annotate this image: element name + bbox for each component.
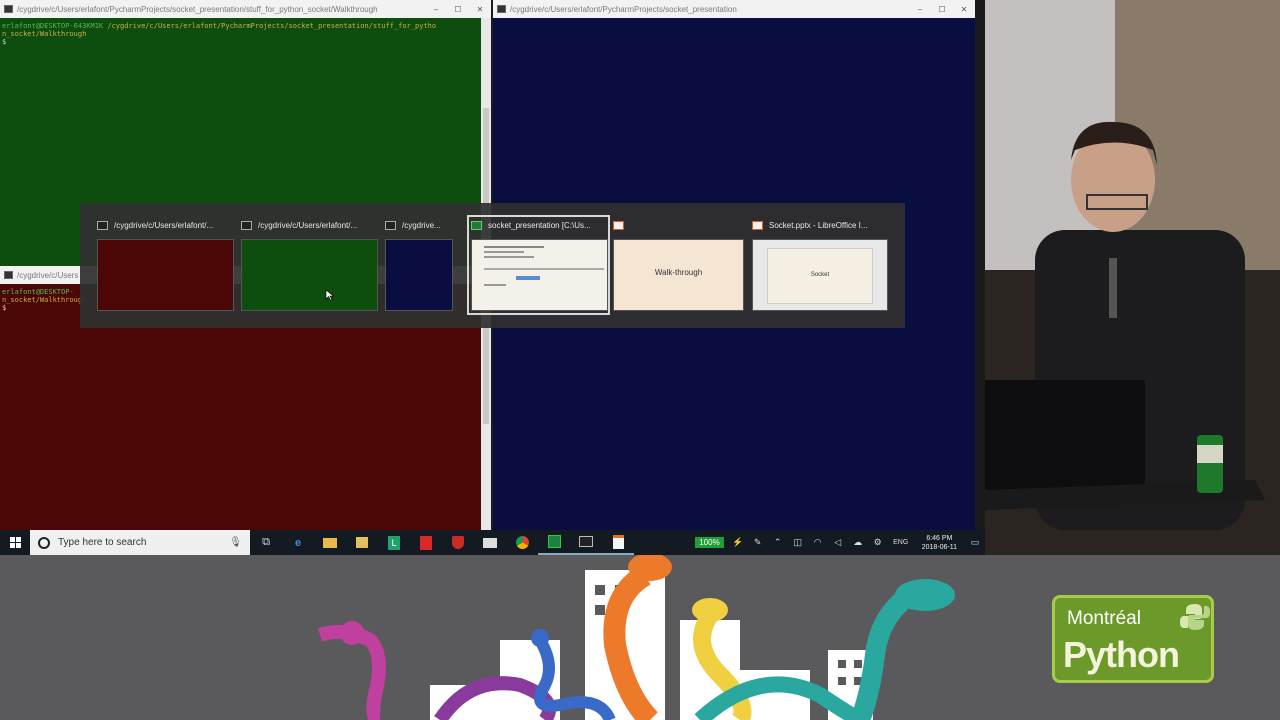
clock-date: 2018-06-11	[921, 543, 957, 551]
taskbar-search[interactable]: Type here to search 🎙	[30, 530, 250, 555]
search-placeholder: Type here to search	[58, 537, 147, 548]
switcher-item-selected[interactable]: socket_presentation [C:\Us...	[471, 217, 608, 311]
switcher-thumbnail[interactable]	[385, 239, 453, 311]
switcher-item[interactable]: /cygdrive/c/Users/erlafont/...	[241, 217, 378, 311]
network-icon[interactable]: ◫	[788, 537, 808, 548]
switcher-item-label: socket_presentation [C:\Us...	[488, 220, 591, 230]
file-explorer-icon[interactable]	[314, 530, 346, 555]
switcher-item-label: /cygdrive...	[402, 220, 441, 230]
impress-icon[interactable]	[602, 530, 634, 555]
chevron-up-icon[interactable]: ⌃	[768, 537, 788, 548]
window-titlebar[interactable]: /cygdrive/c/Users/erlafont/PycharmProjec…	[493, 0, 975, 18]
cortana-icon	[38, 536, 50, 549]
close-button[interactable]: ✕	[953, 5, 975, 14]
terminal-icon	[4, 271, 13, 279]
switcher-thumbnail[interactable]	[97, 239, 234, 311]
logo-top-text: Montréal	[1067, 608, 1141, 629]
switcher-thumbnail[interactable]	[241, 239, 378, 311]
prompt-path-cont: n_socket/Walkthrough	[2, 30, 87, 38]
switcher-item[interactable]: /cygdrive...	[385, 217, 457, 311]
battery-indicator[interactable]: 100%	[695, 537, 724, 548]
window-title: /cygdrive/c/Users/erlafont/PycharmProjec…	[510, 4, 737, 14]
pycharm-icon[interactable]	[538, 530, 570, 555]
terminal-icon	[241, 220, 252, 230]
switcher-item-label: Socket.pptx - LibreOffice I...	[769, 220, 868, 230]
impress-doc-icon	[613, 220, 624, 230]
language-indicator[interactable]: ENG	[888, 539, 914, 546]
prompt-cursor: $	[2, 38, 7, 46]
switcher-thumbnail[interactable]: Socket	[752, 239, 888, 311]
maximize-button[interactable]: ☐	[447, 5, 469, 14]
slide-title: Walk-through	[654, 268, 703, 277]
minimize-button[interactable]: –	[909, 5, 931, 14]
impress-doc-icon	[752, 220, 763, 230]
libreoffice-icon[interactable]: L	[378, 530, 410, 555]
clock-time: 6:46 PM	[926, 534, 953, 542]
logo-bottom-text: Python	[1063, 634, 1180, 675]
mail-icon[interactable]	[474, 530, 506, 555]
start-button[interactable]	[0, 530, 30, 555]
volume-icon[interactable]: ◁	[828, 537, 848, 548]
prompt-user: erlafont@DESKTOP-	[2, 288, 74, 296]
chrome-icon[interactable]	[506, 530, 538, 555]
wifi-icon[interactable]: ◠	[808, 537, 828, 548]
task-switcher[interactable]: /cygdrive/c/Users/erlafont/... /cygdrive…	[80, 203, 905, 328]
switcher-item-label: /cygdrive/c/Users/erlafont/...	[258, 220, 358, 230]
video-frame: /cygdrive/c/Users/erlafont/PycharmProjec…	[0, 0, 1280, 720]
projected-desktop: /cygdrive/c/Users/erlafont/PycharmProjec…	[0, 0, 985, 555]
pen-icon[interactable]: ✎	[748, 537, 768, 548]
antivirus-icon[interactable]	[442, 530, 474, 555]
power-plug-icon[interactable]: ⚡	[728, 537, 748, 548]
switcher-item[interactable]: Socket.pptx - LibreOffice I... Socket	[752, 217, 889, 311]
maximize-button[interactable]: ☐	[931, 5, 953, 14]
prompt-user: erlafont@DESKTOP-643KM1K	[2, 22, 104, 30]
windows-taskbar: Type here to search 🎙 ⧉ e L 100% ⚡ ✎ ⌃ ◫…	[0, 530, 985, 555]
window-titlebar[interactable]: /cygdrive/c/Users/erlafont/PycharmProjec…	[0, 0, 491, 18]
montreal-python-banner: Montréal Python	[0, 555, 1280, 720]
system-tray: 100% ⚡ ✎ ⌃ ◫ ◠ ◁ ☁ ⚙ ENG 6:46 PM 2018-06…	[695, 530, 985, 555]
task-view-icon[interactable]: ⧉	[250, 530, 282, 555]
terminal-icon	[385, 220, 396, 230]
montreal-python-logo: Montréal Python	[1052, 595, 1214, 683]
switcher-item[interactable]: /cygdrive/c/Users/erlafont/...	[97, 217, 234, 311]
notification-icon[interactable]: ▭	[965, 537, 985, 548]
switcher-thumbnail[interactable]: Walk-through	[613, 239, 744, 311]
edge-icon[interactable]: e	[282, 530, 314, 555]
taskbar-clock[interactable]: 6:46 PM 2018-06-11	[914, 534, 965, 552]
speaker-camera-view	[985, 0, 1280, 555]
terminal-icon	[97, 220, 108, 230]
microphone-icon[interactable]: 🎙	[229, 537, 242, 548]
switcher-item-label: /cygdrive/c/Users/erlafont/...	[114, 220, 214, 230]
close-button[interactable]: ✕	[469, 5, 491, 14]
terminal-icon[interactable]	[570, 530, 602, 555]
terminal-icon	[4, 5, 13, 13]
pdf-reader-icon[interactable]	[410, 530, 442, 555]
mouse-cursor-icon	[325, 289, 335, 301]
terminal-icon	[497, 5, 506, 13]
store-icon[interactable]	[346, 530, 378, 555]
settings-icon[interactable]: ⚙	[868, 537, 888, 548]
switcher-thumbnail[interactable]	[471, 239, 608, 311]
window-title: /cygdrive/c/Users/erlafont/PycharmProjec…	[17, 4, 378, 14]
scrollbar-thumb[interactable]	[483, 324, 489, 424]
python-logo-icon	[1180, 604, 1210, 630]
prompt-path: /cygdrive/c/Users/erlafont/PycharmProjec…	[107, 22, 437, 30]
switcher-item[interactable]: Walk-through	[613, 217, 746, 311]
minimize-button[interactable]: –	[425, 5, 447, 14]
pycharm-icon	[471, 220, 482, 230]
cloud-icon[interactable]: ☁	[848, 537, 868, 548]
windows-logo-icon	[9, 537, 21, 548]
slide-title: Socket	[810, 272, 830, 278]
speaker-photo	[985, 0, 1280, 555]
